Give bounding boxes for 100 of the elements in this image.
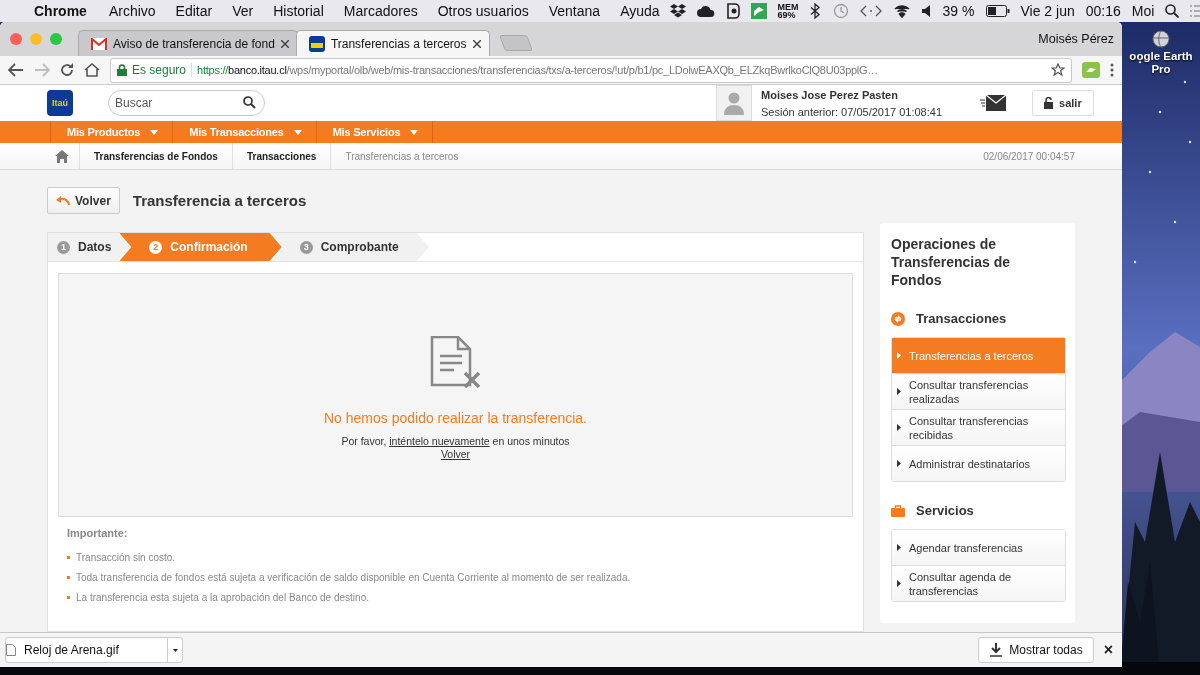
section-heading: Transacciones: [916, 311, 1007, 326]
clock-time[interactable]: 00:16: [1085, 3, 1121, 19]
breadcrumb-link[interactable]: Transferencias de Fondos: [80, 142, 233, 170]
caret-icon: [897, 388, 901, 395]
sidebar-item[interactable]: Agendar transferencias: [892, 530, 1065, 565]
caret-icon: [150, 129, 159, 135]
sidebar-item[interactable]: Administrar destinatarios: [892, 446, 1065, 481]
caret-icon: [410, 129, 419, 135]
url-text: https://banco.itau.cl/wps/myportal/olb/web/mis-transacciones/transferencias/txs/a-terceros/!ut/p/b1/pc_LDolwEAXQb_ELZkqBwrlkoClQ8U03pplG…: [197, 64, 880, 76]
caret-icon: [293, 129, 302, 135]
file-name: Reloj de Arena.gif: [23, 643, 120, 657]
mail-icon[interactable]: [980, 95, 1007, 111]
back-link[interactable]: Volver: [440, 448, 471, 460]
lock-icon: [117, 64, 127, 76]
caret-icon: [897, 424, 901, 431]
caret-icon: [897, 544, 901, 551]
app-menu[interactable]: Chrome: [16, 3, 99, 19]
menu-item[interactable]: Ventana: [538, 3, 611, 19]
undo-arrow-icon: [56, 195, 70, 206]
file-icon: [6, 644, 16, 656]
briefcase-icon: [891, 504, 905, 517]
bullet: [67, 576, 70, 579]
home-icon[interactable]: [55, 149, 69, 163]
shield-icon[interactable]: [725, 3, 740, 19]
show-all-button[interactable]: Mostrar todas: [978, 637, 1094, 663]
back-icon[interactable]: [8, 63, 24, 77]
date: Vie 2 jun: [1020, 3, 1075, 19]
reload-icon[interactable]: [60, 63, 74, 77]
globe-icon[interactable]: [1152, 30, 1170, 48]
bank-logo-icon: [308, 35, 325, 52]
error-instructions: Por favor, inténtelo nuevamente en unos minutos: [341, 434, 570, 448]
logout-button[interactable]: salir: [1032, 90, 1094, 116]
note-text: Transacción sin costo.: [76, 552, 176, 563]
memory-value: 69%: [777, 11, 797, 19]
tab-title: Transferencias a terceros: [330, 36, 467, 51]
app-label[interactable]: oogle Earth Pro: [1123, 50, 1199, 76]
boxes-icon[interactable]: [669, 4, 686, 18]
tab-title: Aviso de transferencia de fond: [113, 36, 275, 51]
lock-icon: [1044, 97, 1054, 109]
retry-link[interactable]: inténtelo nuevamente: [389, 435, 490, 447]
home-icon[interactable]: [84, 63, 100, 77]
wizard-step: 1 Datos: [48, 233, 130, 261]
battery-percentage: 39 %: [942, 3, 975, 19]
menu-item[interactable]: Ver: [222, 3, 264, 19]
bookmark-star-icon[interactable]: [1051, 63, 1065, 77]
caret-icon: [897, 580, 901, 587]
speaker-icon[interactable]: [921, 5, 932, 17]
wizard-step: 3 Comprobante: [271, 233, 429, 261]
bullet: [67, 596, 70, 599]
security-label: Es seguro: [132, 63, 193, 77]
error-message: No hemos podido realizar la transferencia.: [324, 410, 587, 426]
sidebar-item[interactable]: Consultar transferencias realizadas: [892, 374, 1065, 409]
address-bar[interactable]: Es seguro https://banco.itau.cl/wps/myportal/olb/web/mis-transacciones/transferencias/txs/a-terceros/!ut/p/b1/pc_LDolwEAXQb_ELZkqBwrlkoClQ8U03pplG…: [110, 57, 1072, 83]
sidebar-item[interactable]: Consultar agenda de transferencias: [892, 566, 1065, 601]
wifi-icon[interactable]: [892, 4, 911, 18]
timestamp: 02/06/2017 00:04:57: [983, 150, 1075, 162]
back-button[interactable]: Volver: [47, 187, 120, 214]
wizard-step: 2 Confirmación: [119, 233, 282, 261]
section-heading: Servicios: [916, 503, 974, 518]
close-icon[interactable]: [472, 39, 481, 48]
cloud-icon[interactable]: [696, 5, 715, 17]
caret-icon: [897, 352, 901, 359]
breadcrumb-link[interactable]: Transacciones: [232, 142, 332, 170]
caret-icon: [172, 648, 178, 652]
mail-icon: [91, 37, 107, 50]
note-text: La transferencia esta sujeta a la aprobación del Banco de destino.: [76, 592, 369, 603]
last-session: Sesión anterior: 07/05/2017 01:08:41: [761, 105, 943, 118]
battery-icon[interactable]: [985, 5, 1010, 17]
notes-heading: Importante:: [67, 527, 129, 539]
close-button[interactable]: ×: [1103, 641, 1113, 659]
page-title: Transferencia a terceros: [132, 192, 307, 209]
search-icon[interactable]: [243, 96, 256, 109]
menu-item[interactable]: Marcadores: [333, 3, 428, 19]
menu-item[interactable]: Historial: [263, 3, 334, 19]
menu-item[interactable]: Ayuda: [610, 3, 670, 19]
download-item[interactable]: Reloj de Arena.gif: [5, 637, 183, 663]
caret-icon: [897, 460, 901, 467]
bluetooth-icon[interactable]: [809, 3, 820, 19]
search-field[interactable]: Buscar: [108, 90, 265, 116]
user-name: Moises Jose Perez Pasten: [761, 88, 899, 101]
browser-tab[interactable]: Aviso de transferencia de fond: [78, 30, 298, 56]
transfer-arrows-icon: [891, 311, 905, 326]
menu-item[interactable]: Otros usuarios: [427, 3, 539, 19]
menu-item[interactable]: Editar: [165, 3, 223, 19]
sidebar-item[interactable]: Consultar transferencias recibidas: [892, 410, 1065, 445]
user-name[interactable]: Moi: [1131, 3, 1155, 19]
download-icon: [989, 643, 1004, 657]
code-brackets-icon[interactable]: [859, 4, 882, 18]
app-icon[interactable]: [750, 3, 767, 19]
profile-name[interactable]: Moisés Pérez: [1038, 32, 1122, 46]
memory-label: MEM: [777, 3, 799, 11]
bank-logo[interactable]: Itaú: [47, 90, 73, 116]
browser-tab[interactable]: Transferencias a terceros: [295, 30, 490, 56]
more-menu-icon[interactable]: [1110, 63, 1114, 77]
close-icon[interactable]: [280, 39, 289, 48]
sidebar-title: Operaciones de Transferencias de Fondos: [891, 235, 1012, 289]
search-icon[interactable]: [1165, 4, 1180, 18]
note-text: Toda transferencia de fondos está sujeta a verificación de saldo disponible en Cuenta Corriente al momento de ser realizada.: [76, 572, 631, 583]
menu-item[interactable]: Archivo: [98, 3, 166, 19]
bullet: [67, 556, 70, 559]
